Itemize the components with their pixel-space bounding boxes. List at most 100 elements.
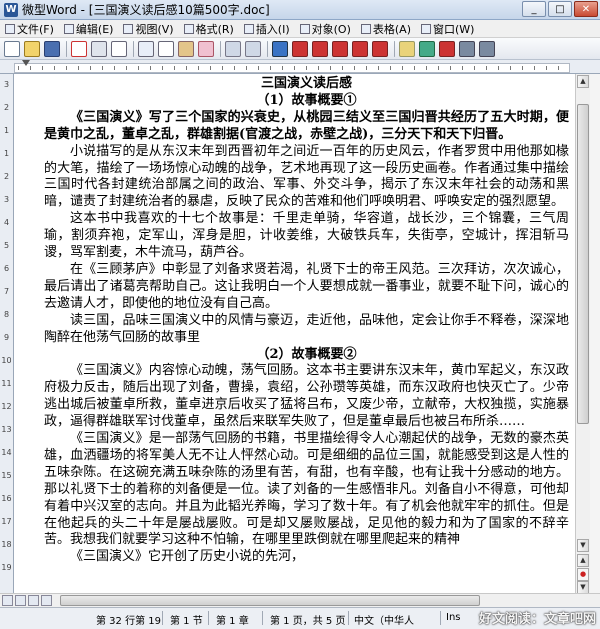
vertical-ruler-label: 4 <box>3 218 10 227</box>
menu-insert-label: 插入(I) <box>255 22 290 36</box>
scroll-up-icon[interactable]: ▲ <box>577 75 589 88</box>
paragraph: 《三国演义》它开创了历史小说的先河， <box>70 549 305 565</box>
minimize-button[interactable]: _ <box>522 1 546 17</box>
vertical-ruler-label: 8 <box>3 310 10 319</box>
vertical-ruler-label: 11 <box>1 379 12 388</box>
maximize-button[interactable]: □ <box>548 1 572 17</box>
view-buttons <box>2 595 54 606</box>
document-text[interactable]: 三国演义读后感 （1）故事概要① 《三国演义》写了三个国家的兴衰史，从桃园三结义… <box>44 76 569 566</box>
status-divider <box>440 611 441 625</box>
chart-insert-icon[interactable] <box>312 40 328 57</box>
first-line-indent-marker[interactable] <box>22 60 30 66</box>
paragraph: 小说描写的是从东汉末年到西晋初年之间近一百年的历史风云，作者罗贯中用他那如椽的大… <box>44 143 569 210</box>
options-icon[interactable] <box>479 40 495 57</box>
status-chapter: 第 1 章 <box>216 616 249 627</box>
toolbar-separator <box>133 40 134 57</box>
paste-icon[interactable] <box>178 40 194 57</box>
redo-icon[interactable] <box>245 40 261 57</box>
drawing-icon[interactable] <box>352 40 368 57</box>
toolbar-separator <box>220 40 221 57</box>
undo-icon[interactable] <box>225 40 241 57</box>
title-bar: W 微型Word - [三国演义读后感10篇500字.doc] _ □ ✕ <box>0 0 600 20</box>
menu-table[interactable]: 表格(A) <box>356 20 416 38</box>
vertical-ruler-label: 1 <box>3 126 10 135</box>
spellcheck-icon[interactable] <box>419 40 435 57</box>
window-controls: _ □ ✕ <box>520 1 598 17</box>
vertical-ruler-label: 3 <box>3 80 10 89</box>
document-area[interactable]: 三国演义读后感 （1）故事概要① 《三国演义》写了三个国家的兴衰史，从桃园三结义… <box>14 74 575 593</box>
format-painter-icon[interactable] <box>198 40 214 57</box>
zoom-icon[interactable] <box>439 40 455 57</box>
menu-format-label: 格式(R) <box>195 22 234 36</box>
vertical-ruler-label: 14 <box>1 448 12 457</box>
status-insert-mode[interactable]: Ins <box>446 612 461 623</box>
help-icon[interactable] <box>459 40 475 57</box>
menu-file-label: 文件(F) <box>17 22 54 36</box>
vertical-ruler-label: 16 <box>1 494 12 503</box>
file-menu-icon <box>5 23 15 34</box>
vertical-ruler-label: 18 <box>1 540 12 549</box>
cut-icon[interactable] <box>138 40 154 57</box>
intro-paragraph: 《三国演义》写了三个国家的兴衰史，从桃园三结义至三国归晋共经历了五大时期，便是黄… <box>44 109 569 142</box>
scroll-down-icon[interactable]: ▼ <box>577 539 589 552</box>
vertical-ruler-label: 1 <box>3 149 10 158</box>
show-formatting-icon[interactable] <box>399 40 415 57</box>
menu-edit[interactable]: 编辑(E) <box>59 20 119 38</box>
section-heading-2: （2）故事概要② <box>256 346 357 362</box>
vertical-ruler-label: 12 <box>1 402 12 411</box>
save-icon[interactable] <box>44 40 60 57</box>
vertical-ruler-label: 7 <box>3 287 10 296</box>
print-icon[interactable] <box>91 40 107 57</box>
window-title: 微型Word - [三国演义读后感10篇500字.doc] <box>22 3 270 17</box>
print-preview-icon[interactable] <box>111 40 127 57</box>
menu-format[interactable]: 格式(R) <box>179 20 239 38</box>
web-view-icon[interactable] <box>15 595 26 606</box>
horizontal-scrollbar[interactable] <box>0 593 600 607</box>
vertical-ruler-label: 3 <box>3 195 10 204</box>
vertical-scroll-thumb[interactable] <box>577 104 589 424</box>
browse-object-icon[interactable]: ● <box>577 568 589 581</box>
page-view-icon[interactable] <box>28 595 39 606</box>
status-divider <box>162 611 163 625</box>
vertical-ruler-label: 17 <box>1 517 12 526</box>
menu-window-label: 窗口(W) <box>433 22 475 36</box>
new-document-icon[interactable] <box>4 40 20 57</box>
toolbar-separator <box>394 40 395 57</box>
toolbar-separator <box>267 40 268 57</box>
format-menu-icon <box>183 23 194 34</box>
close-button[interactable]: ✕ <box>574 1 598 17</box>
vertical-ruler-label: 5 <box>3 241 10 250</box>
menu-table-label: 表格(A) <box>372 22 411 36</box>
status-divider <box>348 611 349 625</box>
pdf-export-icon[interactable] <box>71 40 87 57</box>
columns-icon[interactable] <box>332 40 348 57</box>
status-line-column: 第 32 行第 19 <box>96 616 161 627</box>
horizontal-ruler[interactable] <box>0 60 600 74</box>
menu-object[interactable]: 对象(O) <box>295 20 356 38</box>
insert-menu-icon <box>243 23 254 34</box>
open-folder-icon[interactable] <box>24 40 40 57</box>
menu-file[interactable]: 文件(F) <box>0 20 59 38</box>
hyperlink-icon[interactable] <box>272 40 288 57</box>
vertical-ruler-label: 2 <box>3 103 10 112</box>
outline-view-icon[interactable] <box>41 595 52 606</box>
word-app-icon[interactable]: W <box>4 2 18 17</box>
ruler-ticks <box>18 66 568 70</box>
paragraph: 在《三顾茅庐》中彰显了刘备求贤若渴，礼贤下士的帝王风范。三次拜访，次次诚心，最后… <box>44 261 569 311</box>
vertical-scrollbar[interactable]: ▲ ▼ ▲ ● ▼ <box>575 74 590 594</box>
paragraph: 这本书中我喜欢的十七个故事是：千里走单骑，华容道，战长沙，三个锦囊，三气周瑜，割… <box>44 211 569 261</box>
menu-bar: 文件(F) 编辑(E) 视图(V) 格式(R) 插入(I) 对象(O) 表格(A… <box>0 20 600 38</box>
horizontal-scroll-thumb[interactable] <box>60 595 480 606</box>
previous-page-icon[interactable]: ▲ <box>577 554 589 567</box>
menu-window[interactable]: 窗口(W) <box>416 20 479 38</box>
document-map-icon[interactable] <box>372 40 388 57</box>
watermark: 好文阅读：文章吧网 <box>478 612 596 627</box>
menu-insert[interactable]: 插入(I) <box>239 20 295 38</box>
menu-view[interactable]: 视图(V) <box>118 20 178 38</box>
toolbar-separator <box>66 40 67 57</box>
section-heading-1: （1）故事概要① <box>256 92 357 108</box>
table-insert-icon[interactable] <box>292 40 308 57</box>
copy-icon[interactable] <box>158 40 174 57</box>
status-divider <box>262 611 263 625</box>
normal-view-icon[interactable] <box>2 595 13 606</box>
